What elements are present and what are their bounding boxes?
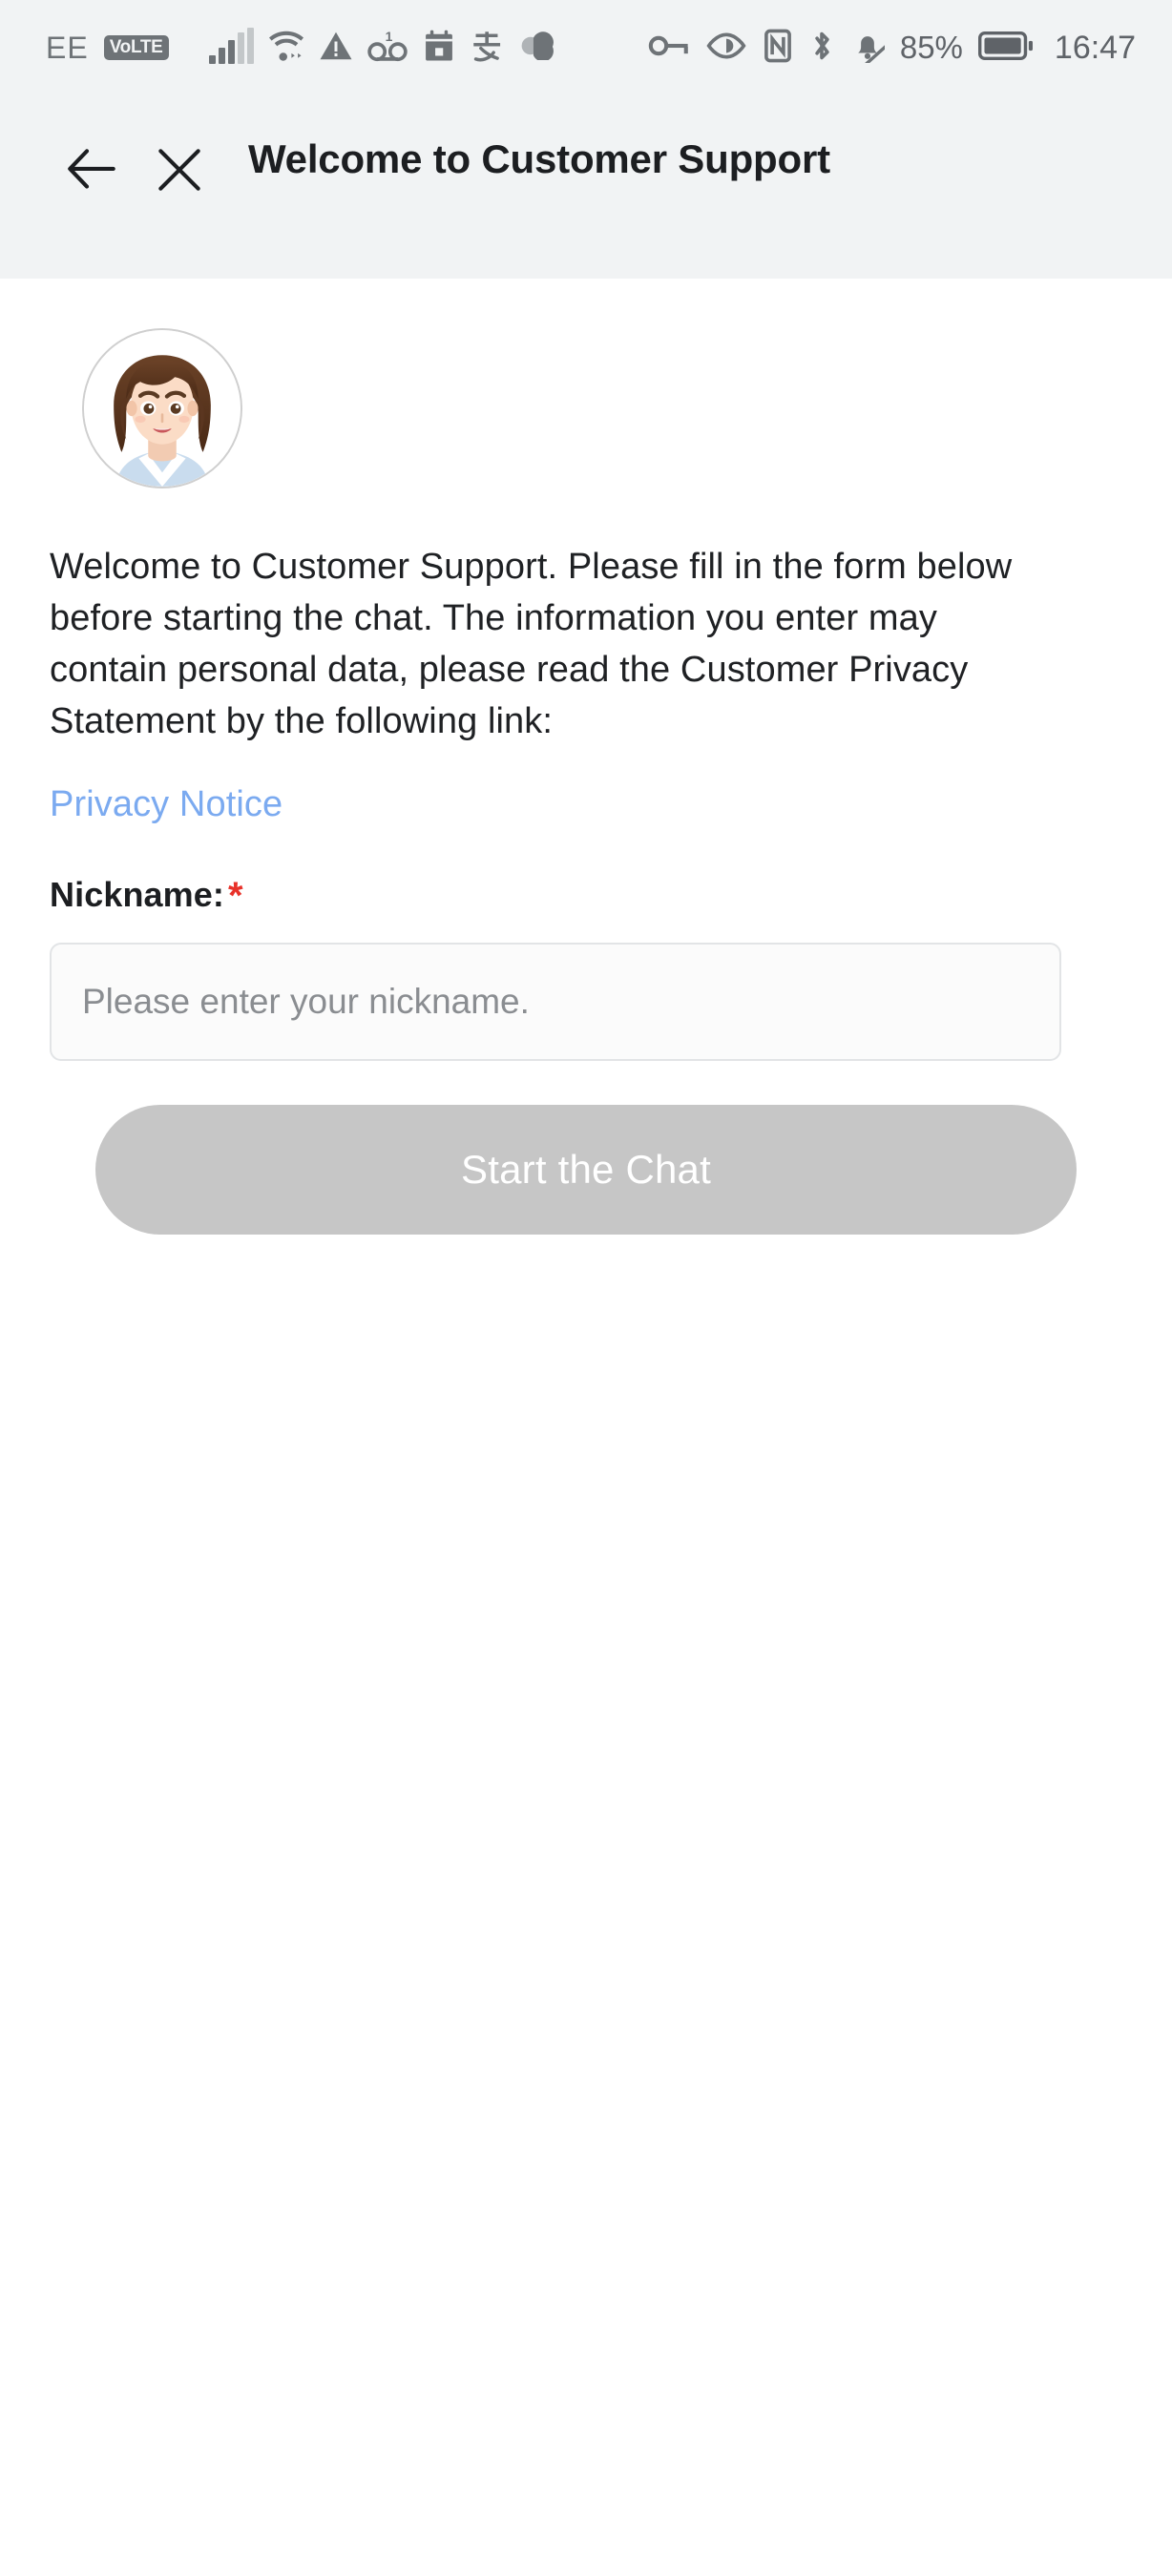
signal-bars-icon — [208, 28, 254, 64]
app-header: Welcome to Customer Support — [0, 95, 1172, 279]
nickname-label-text: Nickname: — [50, 874, 224, 914]
clock-label: 16:47 — [1054, 29, 1136, 66]
status-bar-right-group: 85% 16:47 — [648, 29, 1136, 68]
status-bar: EE VoLTE 1 85% 16:47 — [0, 0, 1172, 95]
empty-space — [50, 1234, 1122, 2284]
status-bar-left-group: EE VoLTE 1 — [46, 28, 555, 68]
page-title: Welcome to Customer Support — [248, 136, 830, 181]
arrow-left-icon — [62, 140, 121, 204]
silent-bell-icon — [850, 29, 892, 68]
avatar — [82, 328, 242, 488]
close-icon — [152, 142, 207, 202]
battery-icon — [977, 31, 1034, 66]
voicemail-icon: 1 — [366, 28, 408, 67]
start-chat-button[interactable]: Start the Chat — [95, 1104, 1077, 1235]
vpn-key-icon — [648, 31, 690, 65]
nfc-icon — [763, 29, 793, 68]
alipay-icon — [470, 29, 504, 68]
main-content: Welcome to Customer Support. Please fill… — [0, 328, 1172, 2284]
carrier-label: EE — [46, 30, 89, 65]
warning-triangle-icon — [319, 30, 353, 67]
privacy-notice-link[interactable]: Privacy Notice — [50, 784, 283, 825]
svg-text:1: 1 — [385, 30, 392, 44]
support-agent-avatar-illustration — [84, 330, 241, 487]
nickname-input[interactable] — [50, 942, 1061, 1061]
cloud-icon — [517, 31, 555, 65]
eye-comfort-icon — [705, 31, 747, 65]
close-button[interactable] — [136, 128, 223, 216]
calendar-icon — [422, 29, 456, 68]
nickname-label: Nickname: * — [50, 875, 1122, 918]
intro-paragraph: Welcome to Customer Support. Please fill… — [50, 547, 1013, 741]
wifi-icon — [267, 29, 305, 68]
battery-percent-label: 85% — [899, 30, 963, 65]
volte-badge: VoLTE — [103, 35, 169, 60]
required-asterisk: * — [227, 874, 243, 917]
back-button[interactable] — [48, 128, 136, 216]
bluetooth-icon — [808, 29, 835, 68]
